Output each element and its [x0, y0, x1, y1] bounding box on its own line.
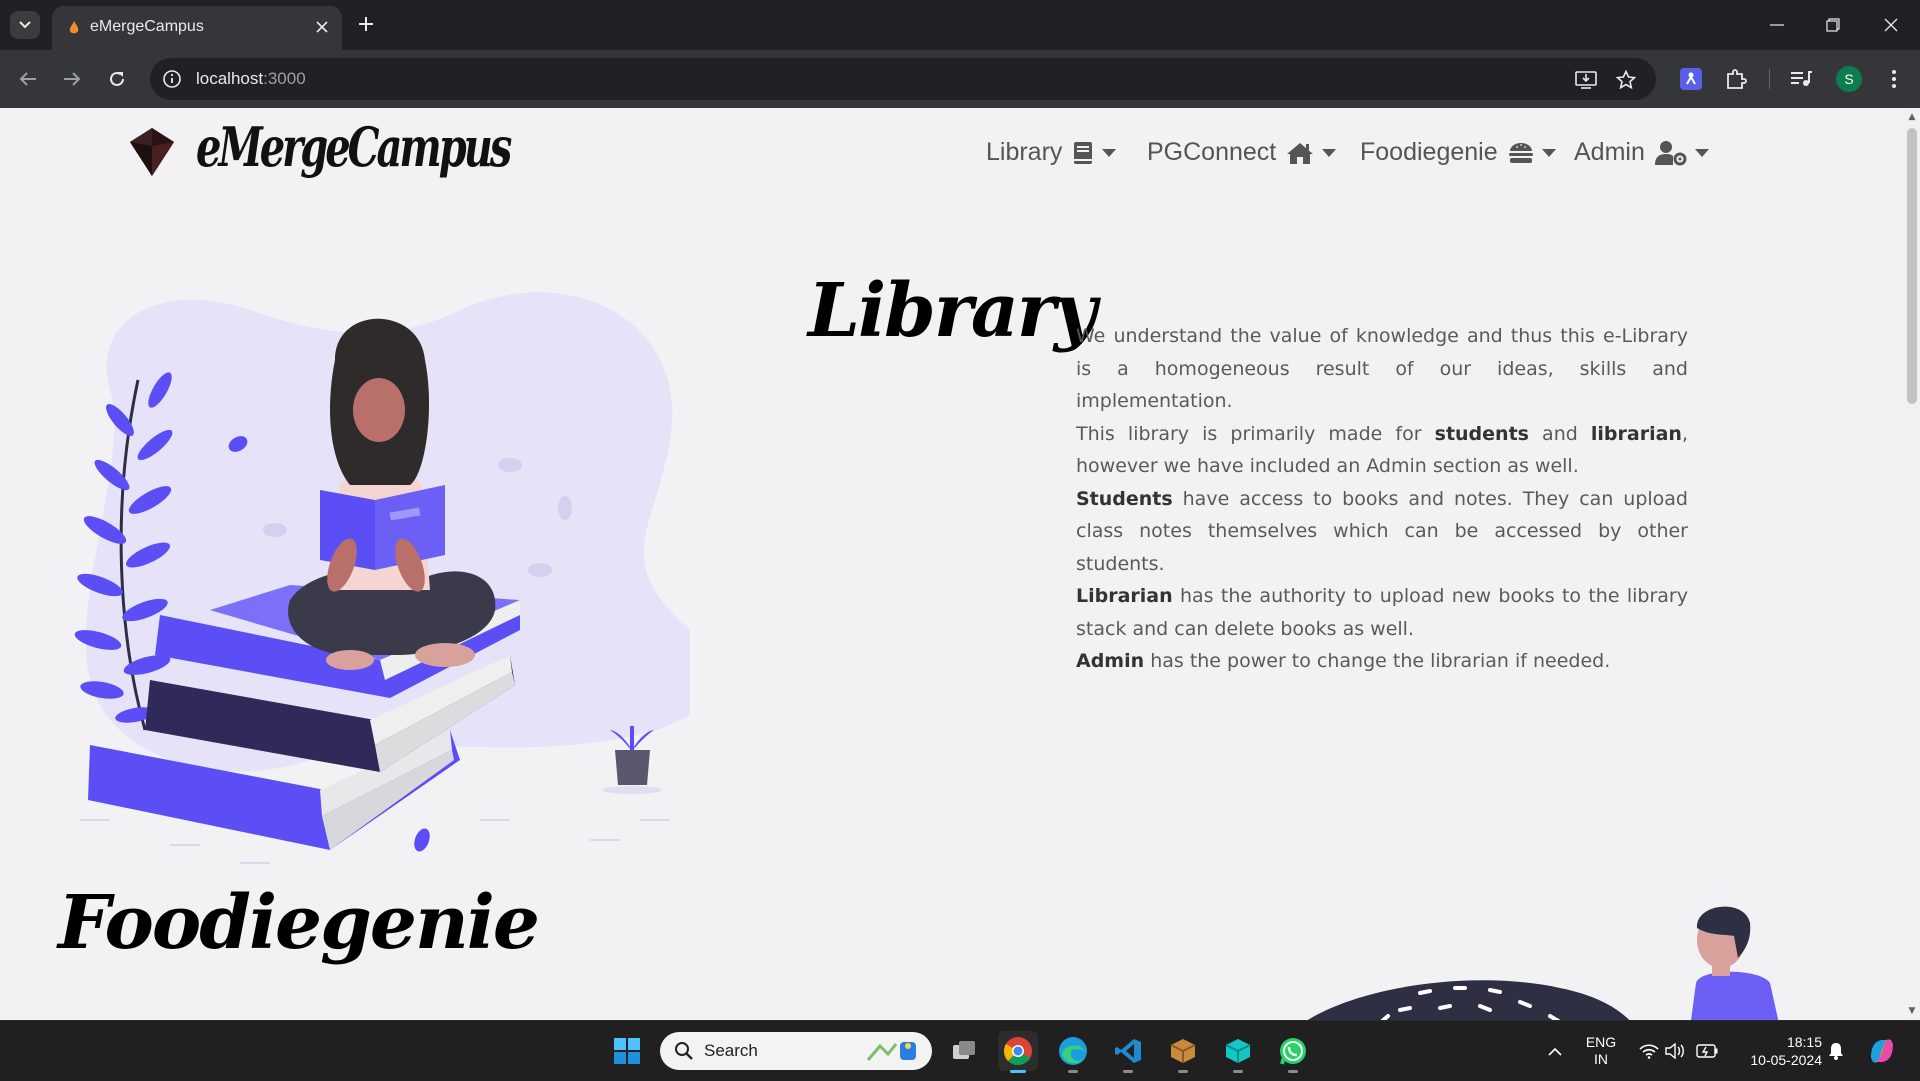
browser-toolbar: localhost:3000 S	[0, 50, 1920, 108]
minimize-icon[interactable]	[1762, 10, 1792, 40]
diamond-logo-icon[interactable]	[128, 126, 176, 178]
reload-icon[interactable]	[102, 64, 132, 94]
burger-icon	[1508, 141, 1534, 165]
library-paragraph: This library is primarily made for stude…	[1076, 422, 1689, 478]
windows-taskbar: Search ENG IN 18:15 10-05-2024	[0, 1020, 1920, 1081]
chevron-down-icon	[1541, 148, 1556, 157]
brand-wordmark[interactable]: eMergeCampus	[196, 116, 512, 179]
library-paragraph: Students have access to books and notes.…	[1076, 487, 1688, 575]
nav-library-label: Library	[986, 138, 1063, 166]
library-paragraph: Admin has the power to change the librar…	[1076, 650, 1611, 672]
foodiegenie-illustration	[1307, 906, 1779, 1020]
clock-date: 10-05-2024	[1750, 1052, 1822, 1068]
install-app-icon[interactable]	[1574, 68, 1598, 92]
nav-foodiegenie-label: Foodiegenie	[1360, 138, 1498, 166]
close-window-icon[interactable]	[1876, 10, 1906, 40]
scrollbar-thumb[interactable]	[1907, 128, 1917, 404]
chevron-down-icon	[19, 21, 31, 29]
nav-admin[interactable]: Admin	[1574, 138, 1709, 167]
nav-pgconnect[interactable]: PGConnect	[1147, 138, 1337, 167]
cube-app-taskbar-icon[interactable]	[1218, 1031, 1258, 1073]
library-paragraph: We understand the value of knowledge and…	[1076, 325, 1688, 412]
edge-taskbar-icon[interactable]	[1053, 1031, 1093, 1073]
language-code: ENG	[1585, 1034, 1617, 1050]
search-label: Search	[704, 1041, 758, 1060]
task-view-icon[interactable]	[944, 1031, 984, 1071]
address-bar[interactable]: localhost:3000	[150, 58, 1656, 100]
chevron-up-icon[interactable]	[1540, 1021, 1570, 1081]
wifi-icon[interactable]	[1636, 1021, 1662, 1081]
package-taskbar-icon[interactable]	[1163, 1031, 1203, 1073]
browser-tab-bar: eMergeCampus	[0, 0, 1920, 50]
chevron-down-icon	[1322, 148, 1337, 157]
restore-icon[interactable]	[1818, 10, 1848, 40]
library-paragraph: Librarian has the authority to upload ne…	[1076, 585, 1688, 640]
puzzle-icon[interactable]	[1722, 65, 1750, 93]
web-page: eMergeCampus Library PGConnect Foodiegen…	[0, 108, 1904, 1020]
vscode-taskbar-icon[interactable]	[1108, 1031, 1148, 1073]
system-clock[interactable]: 18:15 10-05-2024	[1730, 1021, 1822, 1081]
new-tab-icon[interactable]	[354, 12, 378, 36]
nav-admin-label: Admin	[1574, 138, 1645, 166]
chrome-taskbar-icon[interactable]	[998, 1031, 1038, 1073]
bookmark-star-icon[interactable]	[1614, 68, 1638, 92]
media-control-icon[interactable]	[1787, 65, 1815, 93]
extension-icon[interactable]	[1677, 65, 1705, 93]
profile-avatar[interactable]: S	[1836, 66, 1862, 92]
menu-kebab-icon[interactable]	[1880, 65, 1908, 93]
home-icon	[1286, 141, 1314, 165]
battery-icon[interactable]	[1692, 1021, 1722, 1081]
volume-icon[interactable]	[1662, 1021, 1688, 1081]
favicon-icon	[69, 21, 79, 34]
site-info-icon[interactable]	[162, 69, 182, 93]
active-tab[interactable]: eMergeCampus	[52, 6, 342, 50]
chevron-down-icon	[1102, 148, 1117, 157]
language-indicator[interactable]: ENG IN	[1578, 1021, 1624, 1081]
nav-library[interactable]: Library	[986, 138, 1117, 167]
search-icon	[675, 1042, 693, 1060]
taskbar-search[interactable]: Search	[660, 1032, 932, 1070]
nav-pgconnect-label: PGConnect	[1147, 138, 1277, 166]
page-scrollbar[interactable]: ▲ ▼	[1904, 108, 1920, 1020]
reading-girl-illustration	[74, 292, 690, 864]
clock-time: 18:15	[1786, 1034, 1822, 1050]
user-gear-icon	[1654, 140, 1687, 166]
windows-start-icon[interactable]	[607, 1031, 647, 1071]
close-tab-icon[interactable]	[312, 17, 332, 37]
url-text: localhost:3000	[196, 69, 306, 88]
chevron-down-icon	[1694, 148, 1709, 157]
whatsapp-taskbar-icon[interactable]	[1273, 1031, 1313, 1073]
toolbar-divider	[1769, 69, 1770, 89]
region-code: IN	[1594, 1051, 1608, 1067]
nav-foodiegenie[interactable]: Foodiegenie	[1360, 138, 1556, 167]
library-heading: Library	[808, 268, 1097, 354]
search-highlight-icon	[866, 1042, 916, 1061]
tab-search-button[interactable]	[10, 11, 40, 39]
back-icon[interactable]	[13, 64, 43, 94]
forward-icon[interactable]	[57, 64, 87, 94]
scroll-down-icon[interactable]: ▼	[1907, 1006, 1917, 1016]
tab-title: eMergeCampus	[90, 18, 204, 35]
library-description: We understand the value of knowledge and…	[1076, 320, 1688, 678]
copilot-icon[interactable]	[1864, 1021, 1900, 1081]
book-icon	[1072, 141, 1094, 165]
scroll-up-icon[interactable]: ▲	[1907, 112, 1917, 122]
foodiegenie-heading: Foodiegenie	[58, 880, 540, 966]
notification-bell-icon[interactable]	[1822, 1021, 1850, 1081]
